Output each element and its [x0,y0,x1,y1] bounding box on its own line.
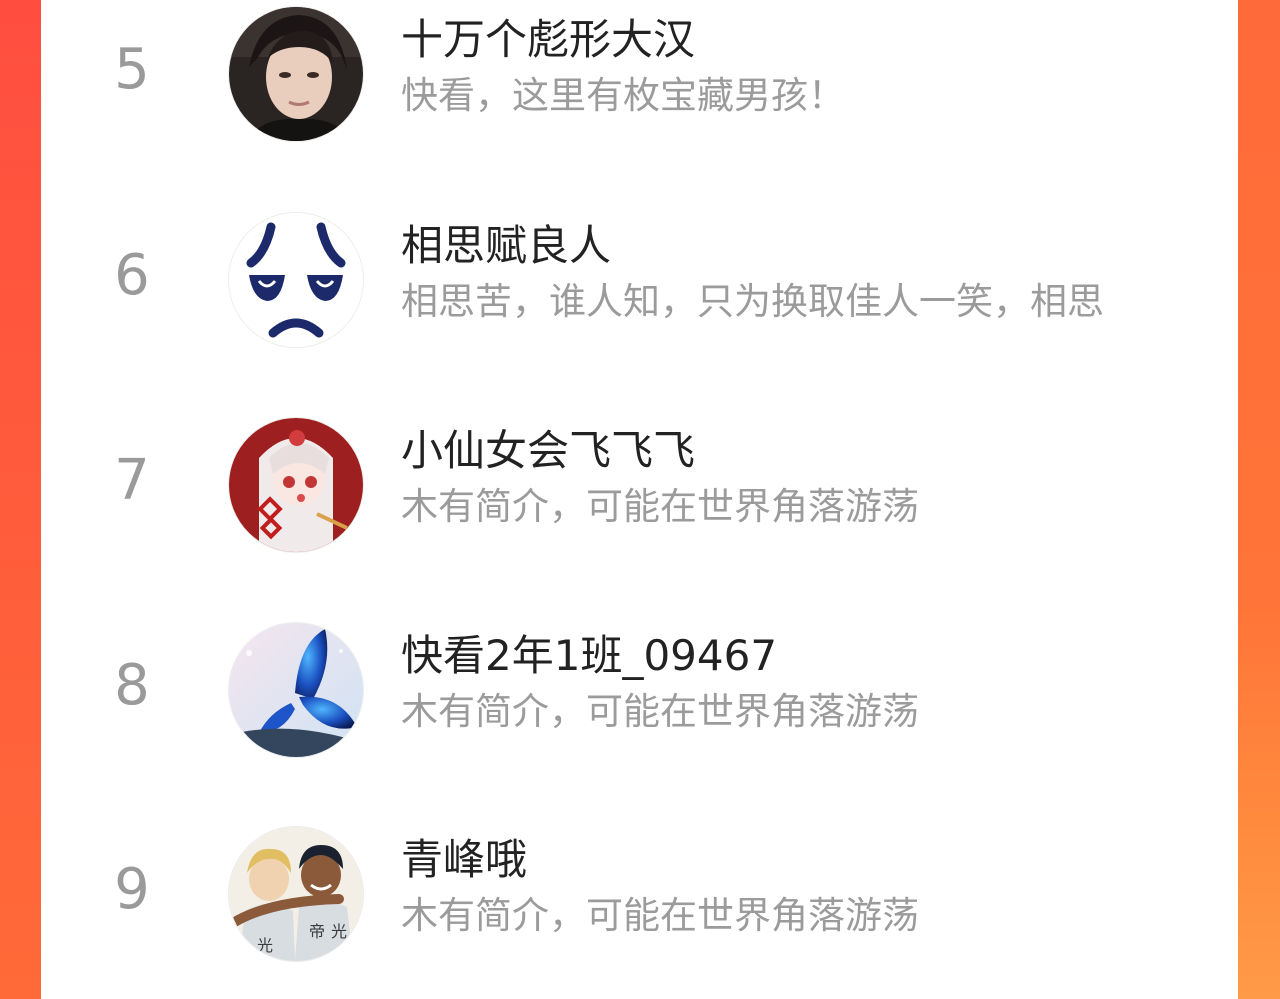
list-item[interactable]: 5 十万个彪形大汉 快看，这里有枚宝藏男孩！ [41,0,1238,141]
right-gradient-edge [1238,0,1280,999]
rank-number: 5 [114,37,150,102]
blue-butterfly-avatar[interactable] [229,623,363,757]
rank-number: 9 [114,857,150,922]
list-item[interactable]: 7 小仙女会飞飞飞 木有简介，可能在世界角落游荡 [41,411,1238,552]
anime-girl-avatar[interactable] [229,418,363,552]
user-name[interactable]: 小仙女会飞飞飞 [401,423,695,479]
user-description: 木有简介，可能在世界角落游荡 [401,690,919,733]
basketball-players-avatar[interactable]: 光 帝 光 [229,827,363,961]
user-name[interactable]: 相思赋良人 [401,218,611,274]
list-item[interactable]: 6 相思赋良人 相思苦，谁人知，只为换取佳人一笑，相思 [41,206,1238,347]
user-name[interactable]: 快看2年1班_09467 [401,628,777,684]
user-description: 相思苦，谁人知，只为换取佳人一笑，相思 [401,280,1104,323]
user-description: 快看，这里有枚宝藏男孩！ [401,74,845,117]
user-name[interactable]: 青峰哦 [401,832,527,888]
list-item[interactable]: 9 光 帝 光 青峰哦 木有简介，可能在世界角落游荡 [41,820,1238,961]
svg-text:光: 光 [331,922,347,941]
svg-text:光: 光 [257,936,273,955]
user-name[interactable]: 十万个彪形大汉 [401,12,695,68]
rank-number: 8 [114,653,150,718]
rank-number: 6 [114,243,150,308]
svg-text:帝: 帝 [309,922,325,941]
ranking-list: 5 十万个彪形大汉 快看，这里有枚宝藏男孩！ 6 相思赋良人 相思苦，谁人知，只… [41,0,1238,999]
list-item[interactable]: 8 快看2年1班_09467 木有简介，可能在世界角落游荡 [41,616,1238,757]
sad-face-avatar[interactable] [229,213,363,347]
user-photo-avatar[interactable] [229,7,363,141]
user-description: 木有简介，可能在世界角落游荡 [401,894,919,937]
rank-number: 7 [114,448,150,513]
user-description: 木有简介，可能在世界角落游荡 [401,485,919,528]
